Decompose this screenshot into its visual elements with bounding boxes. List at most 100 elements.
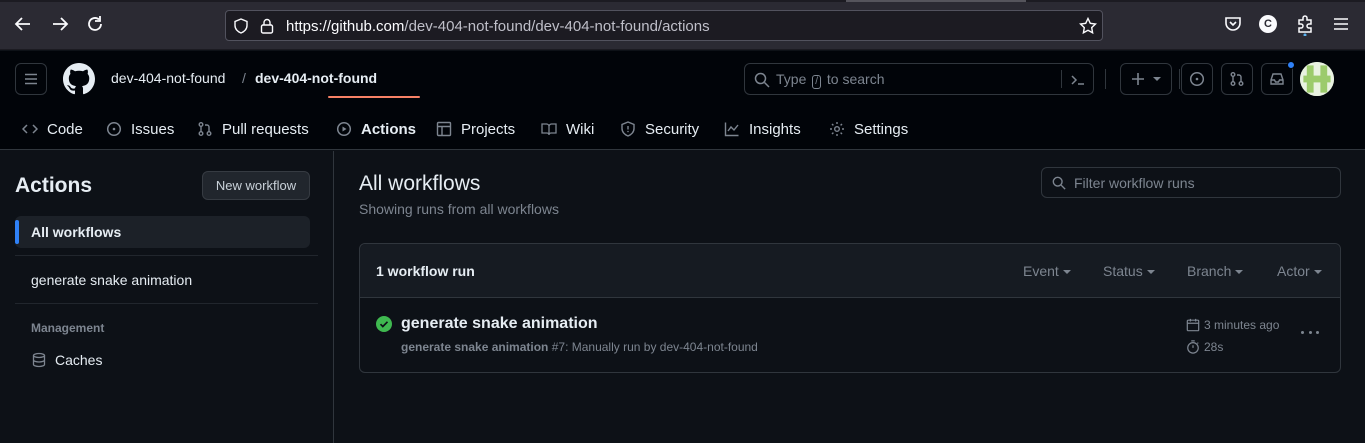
sidebar-item-all-workflows[interactable]: All workflows <box>15 216 310 248</box>
triangle-down-icon <box>1313 270 1322 274</box>
stopwatch-icon <box>1187 340 1199 354</box>
tab-issues[interactable]: Issues <box>106 108 174 150</box>
play-icon <box>336 121 352 137</box>
tab-pull-requests[interactable]: Pull requests <box>197 108 309 150</box>
search-icon <box>1052 176 1066 190</box>
pull-requests-button[interactable] <box>1221 63 1253 95</box>
actions-sidebar: Actions New workflow All workflows gener… <box>0 151 334 443</box>
tab-insights[interactable]: Insights <box>724 108 801 150</box>
triangle-down-icon <box>1062 270 1071 274</box>
dot-icon <box>1308 330 1312 334</box>
plus-icon <box>1132 73 1144 85</box>
run-duration-value: 28s <box>1204 340 1224 354</box>
inbox-button[interactable] <box>1261 61 1295 95</box>
account-avatar-icon[interactable]: C <box>1259 14 1281 36</box>
github-logo[interactable] <box>63 63 95 95</box>
header-divider <box>1179 69 1180 89</box>
run-title-link[interactable]: generate snake animation <box>401 315 598 333</box>
user-avatar[interactable] <box>1300 62 1334 96</box>
tab-strip <box>0 0 1365 2</box>
check-circle-fill-icon <box>376 316 392 332</box>
status-filter-dropdown[interactable]: Status <box>1103 263 1155 279</box>
new-workflow-button[interactable]: New workflow <box>202 171 310 200</box>
tab-hint[interactable] <box>846 0 1026 2</box>
run-time-ago: 3 minutes ago <box>1204 318 1280 332</box>
tab-label: Pull requests <box>222 120 309 138</box>
tab-label: Security <box>645 120 700 138</box>
tab-code[interactable]: Code <box>22 108 83 150</box>
tab-projects[interactable]: Projects <box>436 108 515 150</box>
dropdown-label: Status <box>1103 263 1143 279</box>
run-meta: generate snake animation #7: Manually ru… <box>401 340 758 354</box>
triangle-down-icon <box>1235 270 1244 274</box>
github-mark-icon <box>63 63 95 95</box>
hamburger-icon <box>25 73 37 85</box>
gear-icon <box>830 122 844 136</box>
sidebar-divider <box>15 255 318 256</box>
tab-security[interactable]: Security <box>620 108 699 150</box>
search-placeholder-type: Type <box>776 71 807 87</box>
url-host: https://github.com <box>286 18 405 35</box>
tab-label: Insights <box>749 120 801 138</box>
filter-input[interactable] <box>1074 168 1334 197</box>
dot-icon <box>1301 330 1304 334</box>
pocket-icon[interactable] <box>1223 14 1245 36</box>
filter-workflow-runs[interactable] <box>1041 167 1341 198</box>
url-path: /dev-404-not-found/dev-404-not-found/act… <box>404 18 710 35</box>
branch-filter-dropdown[interactable]: Branch <box>1187 263 1244 279</box>
run-detail: #7: Manually run by dev-404-not-found <box>548 340 758 354</box>
dropdown-label: Branch <box>1187 263 1232 279</box>
breadcrumb-repo[interactable]: dev-404-not-found <box>255 70 377 86</box>
tab-label: Issues <box>131 120 175 138</box>
menu-icon[interactable] <box>1331 14 1353 36</box>
github-header: dev-404-not-found / dev-404-not-found Ty… <box>0 51 1365 150</box>
global-menu-button[interactable] <box>15 63 47 95</box>
create-new-button[interactable] <box>1120 63 1172 95</box>
tab-wiki[interactable]: Wiki <box>541 108 594 150</box>
bookmark-star-icon[interactable] <box>1079 17 1097 35</box>
search-divider <box>1061 70 1062 88</box>
forward-button[interactable] <box>50 15 70 35</box>
identicon-icon <box>1300 62 1334 96</box>
sidebar-item-label: generate snake animation <box>31 272 193 288</box>
sidebar-item-caches[interactable]: Caches <box>15 344 310 376</box>
arrow-left-icon <box>14 17 30 31</box>
reload-button[interactable] <box>85 15 105 35</box>
inbox-icon <box>1270 73 1284 85</box>
command-palette-icon[interactable] <box>1070 72 1086 88</box>
run-workflow-name[interactable]: generate snake animation <box>401 340 548 354</box>
issue-icon <box>106 121 122 137</box>
runs-count: 1 workflow run <box>376 263 475 279</box>
runs-list-header: 1 workflow run Event Status Branch Actor <box>360 244 1340 298</box>
url-text: https://github.com/dev-404-not-found/dev… <box>286 18 710 35</box>
issues-button[interactable] <box>1181 63 1213 95</box>
actor-filter-dropdown[interactable]: Actor <box>1277 263 1322 279</box>
tab-label: Wiki <box>566 120 595 138</box>
page-title: All workflows <box>359 172 481 195</box>
global-search-input[interactable]: Type / to search <box>744 63 1094 95</box>
tracking-shield-icon[interactable] <box>233 18 249 34</box>
workflow-runs-list: 1 workflow run Event Status Branch Actor… <box>359 243 1341 373</box>
address-bar[interactable]: https://github.com/dev-404-not-found/dev… <box>225 10 1103 41</box>
account-initial: C <box>1259 15 1277 33</box>
search-icon <box>754 72 770 88</box>
triangle-down-icon <box>1146 270 1155 274</box>
table-icon <box>436 121 452 137</box>
issue-opened-icon <box>1189 71 1205 87</box>
dropdown-label: Actor <box>1277 263 1310 279</box>
back-button[interactable] <box>13 15 33 35</box>
browser-toolbar: https://github.com/dev-404-not-found/dev… <box>0 0 1365 50</box>
tab-settings[interactable]: Settings <box>829 108 908 150</box>
kebab-menu-button[interactable] <box>1298 324 1322 340</box>
lock-icon[interactable] <box>260 18 274 34</box>
extensions-icon[interactable] <box>1295 14 1317 37</box>
calendar-icon <box>1186 318 1200 332</box>
breadcrumb-owner[interactable]: dev-404-not-found <box>111 70 225 86</box>
breadcrumb-separator: / <box>242 70 246 86</box>
sidebar-item-generate-snake-animation[interactable]: generate snake animation <box>15 264 310 296</box>
event-filter-dropdown[interactable]: Event <box>1023 263 1071 279</box>
tab-actions[interactable]: Actions <box>336 108 416 150</box>
triangle-down-icon <box>1153 77 1161 81</box>
pull-request-icon <box>198 122 212 136</box>
sidebar-item-label: All workflows <box>31 224 122 240</box>
